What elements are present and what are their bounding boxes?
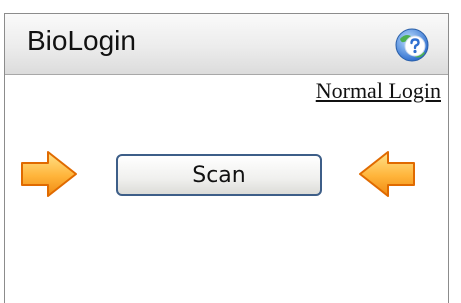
arrow-right-icon [21,151,77,197]
help-icon[interactable] [393,27,431,63]
arrow-left-icon [359,151,415,197]
scan-button[interactable]: Scan [116,154,322,196]
normal-login-link[interactable]: Normal Login [316,78,441,104]
panel-header: BioLogin [5,14,448,75]
panel-title: BioLogin [27,25,136,56]
